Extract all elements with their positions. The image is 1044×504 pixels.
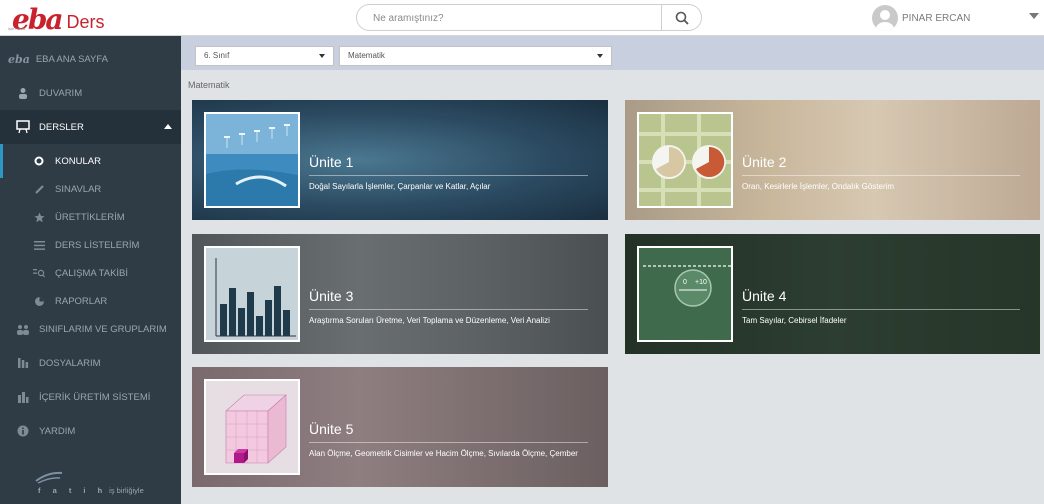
sidebar-item-label: KONULAR [55, 155, 101, 167]
sidebar-footer: f a t i h iş birliğiyle [38, 486, 144, 495]
list-icon [32, 238, 46, 252]
unit-1-thumbnail [204, 112, 300, 208]
unit-3-thumbnail [204, 246, 300, 342]
search-box [356, 4, 702, 31]
grade-select[interactable]: 6. Sınıf [195, 46, 334, 66]
avatar [872, 5, 898, 31]
logo-text: Ders [66, 12, 105, 32]
sidebar-item-icerik-uretim[interactable]: İÇERİK ÜRETİM SİSTEMİ [0, 380, 181, 414]
sidebar-item-label: SINIFLARIM VE GRUPLARIM [39, 323, 167, 335]
unit-card-5[interactable]: Ünite 5 Alan Ölçme, Geometrik Cisimler v… [192, 367, 608, 487]
sidebar-item-label: EBA ANA SAYFA [35, 53, 108, 65]
search-list-icon [32, 266, 46, 280]
unit-title: Ünite 5 [309, 421, 354, 437]
search-icon [675, 11, 689, 25]
info-icon [16, 424, 30, 438]
user-icon [16, 86, 30, 100]
pencil-icon [32, 182, 46, 196]
svg-text:+10: +10 [695, 279, 707, 286]
fatih-logo-icon [35, 471, 63, 484]
sidebar-item-label: İÇERİK ÜRETİM SİSTEMİ [39, 391, 151, 403]
sidebar-item-label: DERS LİSTELERİM [55, 239, 140, 251]
sidebar: eba EBA ANA SAYFA DUVARIM DERSLER KONULA… [0, 36, 181, 504]
unit-title: Ünite 1 [309, 154, 354, 170]
user-name: PINAR ERCAN [902, 12, 971, 24]
unit-divider [742, 175, 1020, 176]
subject-select[interactable]: Matematik [339, 46, 612, 66]
grade-select-value: 6. Sınıf [204, 51, 230, 60]
chevron-down-icon [319, 54, 325, 58]
sidebar-item-label: ÜRETTİKLERİM [55, 211, 125, 223]
circle-icon [32, 154, 46, 168]
sidebar-item-label: ÇALIŞMA TAKİBİ [55, 267, 129, 279]
unit-4-thumbnail: 0 +10 [637, 246, 733, 342]
sidebar-item-label: DOSYALARIM [39, 357, 101, 369]
user-menu[interactable]: PINAR ERCAN [872, 4, 970, 32]
unit-divider [309, 442, 588, 443]
unit-title: Ünite 4 [742, 288, 787, 304]
unit-title: Ünite 3 [309, 288, 354, 304]
sidebar-item-label: DUVARIM [39, 87, 83, 99]
sidebar-item-dersler[interactable]: DERSLER [0, 110, 181, 144]
breadcrumb: Matematik [188, 80, 230, 90]
bar-chart-icon [16, 390, 30, 404]
blackboard-icon [16, 120, 30, 134]
unit-divider [309, 309, 588, 310]
unit-description: Oran, Kesirlerle İşlemler, Ondalık Göste… [742, 182, 895, 191]
sidebar-item-yardim[interactable]: YARDIM [0, 414, 181, 448]
unit-description: Tam Sayılar, Cebirsel İfadeler [742, 316, 847, 325]
unit-description: Doğal Sayılarla İşlemler, Çarpanlar ve K… [309, 182, 491, 191]
sidebar-item-eba-home[interactable]: eba EBA ANA SAYFA [0, 42, 181, 76]
sidebar-item-label: SINAVLAR [55, 183, 102, 195]
footer-text: iş birliğiyle [109, 486, 144, 495]
unit-5-thumbnail [204, 379, 300, 475]
subject-select-value: Matematik [348, 51, 385, 60]
unit-description: Alan Ölçme, Geometrik Cisimler ve Hacim … [309, 449, 578, 458]
unit-2-thumbnail [637, 112, 733, 208]
top-bar: eba Ders işte nokta PINAR ERCAN [0, 0, 1044, 36]
unit-card-4[interactable]: 0 +10 Ünite 4 Tam Sayılar, Cebirsel İfad… [625, 234, 1040, 354]
chevron-up-icon [164, 124, 172, 129]
eba-logo[interactable]: eba Ders [12, 3, 105, 34]
unit-divider [309, 175, 588, 176]
unit-title: Ünite 2 [742, 154, 787, 170]
sidebar-item-label: DERSLER [39, 121, 84, 133]
logo-tagline: işte nokta [8, 26, 26, 31]
unit-card-2[interactable]: Ünite 2 Oran, Kesirlerle İşlemler, Ondal… [625, 100, 1040, 220]
files-icon [16, 356, 30, 370]
search-button[interactable] [661, 4, 701, 31]
star-icon [32, 210, 46, 224]
footer-letters: f a t i h [38, 486, 108, 495]
filter-bar: 6. Sınıf Matematik [181, 36, 1044, 70]
sidebar-item-duvarim[interactable]: DUVARIM [0, 76, 181, 110]
unit-card-1[interactable]: Ünite 1 Doğal Sayılarla İşlemler, Çarpan… [192, 100, 608, 220]
unit-divider [742, 309, 1020, 310]
pie-chart-icon [32, 294, 46, 308]
sidebar-item-dosyalarim[interactable]: DOSYALARIM [0, 346, 181, 380]
sidebar-item-label: YARDIM [39, 425, 76, 437]
unit-card-3[interactable]: Ünite 3 Araştırma Soruları Üretme, Veri … [192, 234, 608, 354]
chevron-down-icon [597, 54, 603, 58]
eba-icon: eba [8, 52, 30, 66]
group-icon [16, 322, 30, 336]
sidebar-item-siniflarim[interactable]: SINIFLARIM VE GRUPLARIM [0, 312, 181, 346]
sidebar-item-label: RAPORLAR [55, 295, 108, 307]
unit-description: Araştırma Soruları Üretme, Veri Toplama … [309, 316, 550, 325]
chevron-down-icon[interactable] [1029, 13, 1039, 19]
svg-text:0: 0 [683, 279, 687, 286]
search-input[interactable] [371, 9, 651, 27]
